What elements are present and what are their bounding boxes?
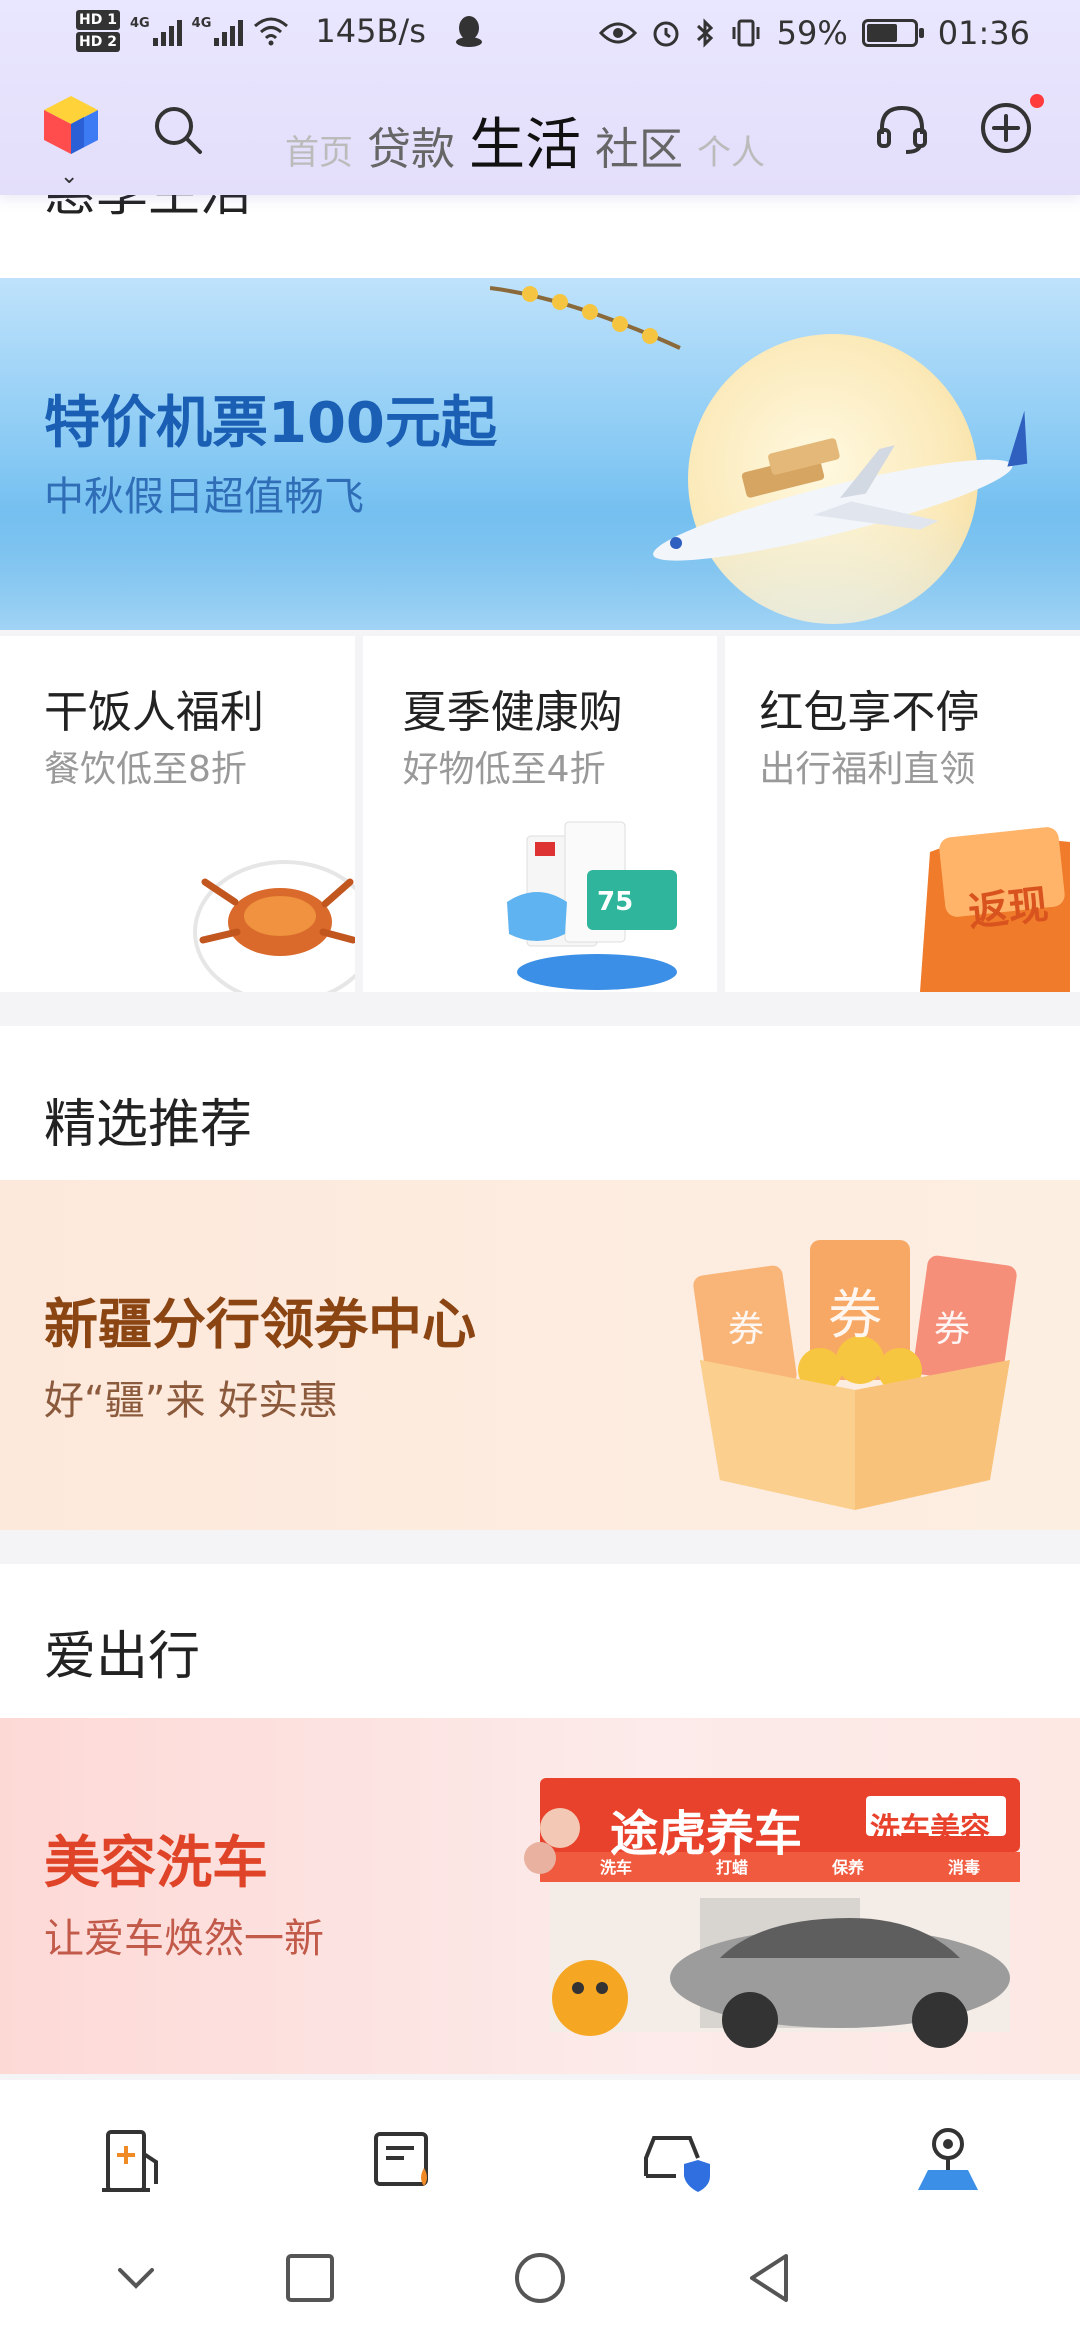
app-header: ⌄ 首页 贷款 生活 社区 个人: [0, 72, 1080, 195]
cashback-badge: 返现: [966, 881, 1051, 937]
promo-card-subtitle: 好物低至4折: [402, 749, 606, 790]
search-icon[interactable]: [150, 102, 204, 156]
net-speed: 145B/s: [315, 12, 426, 50]
signal-2-icon: 4G: [192, 16, 244, 46]
car-shield-icon[interactable]: [640, 2124, 712, 2196]
coupon-banner-subtitle: 好“疆”来 好实惠: [44, 1378, 339, 1424]
top-header: HD 1 HD 2 4G 4G 145B/s 59% 01:36 ⌄ 首页 贷款…: [0, 0, 1080, 195]
clock: 01:36: [937, 14, 1030, 52]
back-triangle-icon[interactable]: [740, 2248, 800, 2308]
top-tabs: 首页 贷款 生活 社区 个人: [285, 100, 765, 181]
flight-banner[interactable]: 特价机票100元起 中秋假日超值畅飞: [0, 278, 1080, 630]
headset-icon[interactable]: [874, 100, 930, 156]
status-left: HD 1 HD 2 4G 4G 145B/s: [76, 10, 484, 52]
notification-dot: [1030, 94, 1044, 108]
store-services: 洗车 打蜡 保养 消毒: [600, 1854, 980, 1878]
promo-card-dining[interactable]: 干饭人福利 餐饮低至8折: [0, 636, 355, 992]
car-wash-banner-title: 美容洗车: [44, 1831, 268, 1896]
recommend-section-title: 精选推荐: [44, 1095, 253, 1155]
system-nav-bar: [0, 2230, 1080, 2340]
sim-1-label: HD 1: [76, 10, 120, 30]
flight-banner-subtitle: 中秋假日超值畅飞: [44, 474, 364, 520]
qq-icon: [455, 16, 482, 47]
tab-home[interactable]: 首页: [285, 125, 353, 174]
travel-section-title: 爱出行: [44, 1627, 201, 1687]
store-sub-sign: 洗车美容: [870, 1812, 990, 1847]
recommend-section: 精选推荐: [0, 1026, 1080, 1180]
battery-percent: 59%: [776, 14, 848, 52]
promo-card-subtitle: 出行福利直领: [759, 749, 976, 790]
parking-map-icon[interactable]: [912, 2124, 984, 2196]
add-icon[interactable]: [978, 100, 1034, 156]
bluetooth-icon: [696, 18, 713, 48]
svg-text:75: 75: [597, 887, 633, 917]
coupon-label-1: 券: [728, 1309, 765, 1350]
tab-life[interactable]: 生活: [469, 100, 581, 181]
tab-personal[interactable]: 个人: [697, 125, 765, 174]
fuel-icon[interactable]: [98, 2124, 170, 2196]
store-service: 洗车: [600, 1858, 633, 1877]
alarm-icon: [653, 21, 679, 47]
promo-card-title: 红包享不停: [759, 687, 980, 738]
vibrate-icon: [732, 19, 760, 47]
flight-banner-title: 特价机票100元起: [44, 391, 497, 456]
signal-1-icon: 4G: [130, 16, 182, 46]
store-service: 打蜡: [715, 1858, 748, 1877]
eye-icon: [598, 22, 637, 44]
app-logo-icon[interactable]: [40, 94, 102, 156]
car-wash-banner[interactable]: 美容洗车 让爱车焕然一新 途虎养车 洗车美容 洗车 打蜡 保养 消毒: [0, 1718, 1080, 2074]
travel-section: 爱出行: [0, 1564, 1080, 1718]
coupon-label-2: 券: [828, 1283, 882, 1346]
square-icon[interactable]: [280, 2248, 340, 2308]
sim-2-label: HD 2: [76, 32, 120, 52]
battery-icon: [861, 19, 924, 47]
promo-cards: 干饭人福利 餐饮低至8折 夏季健康购 好物低至4折 75 红包享不停 出行福利直…: [0, 636, 1080, 992]
coupon-banner-title: 新疆分行领券中心: [44, 1293, 476, 1356]
store-service: 消毒: [947, 1858, 980, 1877]
coupon-center-banner[interactable]: 新疆分行领券中心 好“疆”来 好实惠 券 券 券: [0, 1180, 1080, 1530]
status-bar: HD 1 HD 2 4G 4G 145B/s 59% 01:36: [0, 0, 1080, 72]
circle-home-icon[interactable]: [510, 2248, 570, 2308]
sim-labels: HD 1 HD 2: [76, 10, 120, 52]
crab-plate-icon: [192, 860, 355, 992]
bottom-service-bar: [0, 2080, 1080, 2230]
car-wash-banner-subtitle: 让爱车焕然一新: [44, 1916, 324, 1962]
chevron-down-icon[interactable]: [106, 2248, 166, 2308]
promo-card-redpacket[interactable]: 红包享不停 出行福利直领 返现: [725, 636, 1080, 992]
promo-card-subtitle: 餐饮低至8折: [44, 749, 247, 790]
health-products-icon: 75: [507, 821, 678, 990]
promo-card-health[interactable]: 夏季健康购 好物低至4折 75: [362, 636, 718, 992]
status-right: 59% 01:36: [598, 14, 1030, 52]
promo-card-title: 干饭人福利: [44, 687, 264, 738]
logo-chevron-icon[interactable]: ⌄: [60, 164, 78, 189]
promo-card-title: 夏季健康购: [402, 687, 623, 738]
tab-loan[interactable]: 贷款: [367, 113, 455, 177]
coupon-box-icon: [693, 1240, 1017, 1510]
flowers-graphic: [490, 286, 681, 350]
wifi-icon: [254, 17, 289, 46]
airplane-graphic: [653, 410, 1028, 561]
oil-receipt-icon[interactable]: [370, 2124, 442, 2196]
coupon-label-3: 券: [934, 1309, 971, 1350]
store-service: 保养: [831, 1858, 864, 1877]
tab-community[interactable]: 社区: [595, 113, 683, 177]
